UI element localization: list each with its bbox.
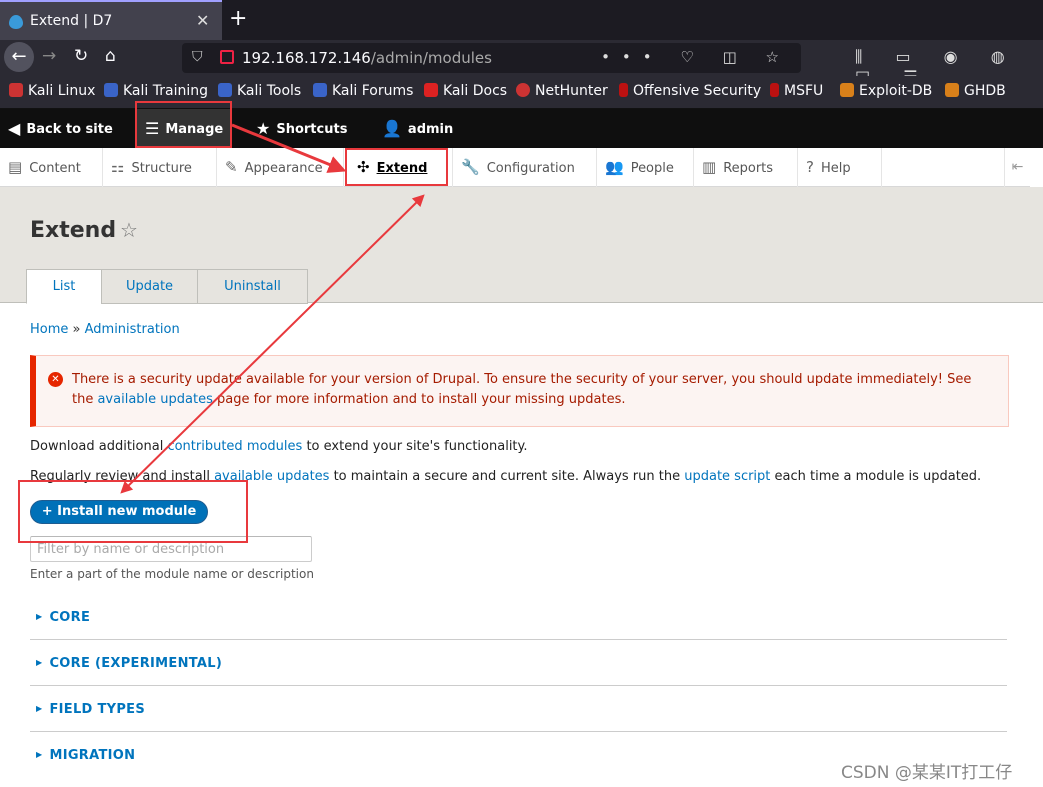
bookmark-msfu[interactable]: MSFU	[770, 83, 823, 99]
tab-list[interactable]: List	[26, 269, 102, 304]
error-icon: ✕	[48, 372, 63, 387]
breadcrumb-separator: »	[68, 322, 85, 337]
shield-icon[interactable]: ⛉	[192, 49, 203, 65]
url-action-icons[interactable]: ••• ♡ ◫ ☆	[601, 48, 791, 66]
error-text-tail: page for more information and to install…	[212, 392, 626, 407]
annotation-box-extend	[345, 148, 448, 186]
bookmark-offensive-security[interactable]: Offensive Security	[619, 83, 761, 99]
back-to-site-link[interactable]: ◀ Back to site	[8, 109, 113, 148]
shortcuts-toolbar-tab[interactable]: ★ Shortcuts	[256, 109, 347, 148]
paintbrush-icon: ✎	[225, 158, 238, 176]
forward-button[interactable]: →	[42, 46, 56, 66]
breadcrumb-administration[interactable]: Administration	[85, 322, 180, 337]
filter-description: Enter a part of the module name or descr…	[30, 567, 314, 581]
url-bar[interactable]: ⛉ 192.168.172.146/admin/modules ••• ♡ ◫ …	[182, 43, 801, 73]
module-group-field-types[interactable]: ▶ FIELD TYPES	[30, 686, 1007, 732]
annotation-box-install	[18, 480, 248, 543]
kali-icon	[104, 83, 118, 97]
csdn-watermark: CSDN @某某IT打工仔	[841, 763, 1013, 783]
document-icon: ▤	[8, 158, 23, 176]
tray-item-configuration[interactable]: 🔧 Configuration	[453, 148, 597, 187]
shortcut-star-icon[interactable]: ☆	[120, 218, 138, 242]
user-icon: 👤	[382, 119, 402, 138]
close-tab-icon[interactable]: ✕	[196, 11, 209, 30]
available-updates-link[interactable]: available updates	[97, 392, 212, 407]
tray-item-appearance[interactable]: ✎ Appearance	[217, 148, 344, 187]
reload-button[interactable]: ↻	[74, 46, 88, 66]
collapse-tray-icon[interactable]: ⇤	[1004, 148, 1030, 187]
tab-uninstall[interactable]: Uninstall	[197, 269, 308, 304]
bookmark-kali-tools[interactable]: Kali Tools	[218, 83, 301, 99]
offsec-icon	[619, 83, 628, 97]
kali-icon	[313, 83, 327, 97]
docs-icon	[424, 83, 438, 97]
bookmark-kali-docs[interactable]: Kali Docs	[424, 83, 507, 99]
browser-nav-bar: ← → ↻ ⌂ ⛉ 192.168.172.146/admin/modules …	[0, 40, 1043, 86]
user-toolbar-tab[interactable]: 👤 admin	[382, 109, 453, 148]
tab-update[interactable]: Update	[101, 269, 198, 304]
nethunter-icon	[516, 83, 530, 97]
page-title: Extend	[30, 218, 117, 243]
triangle-right-icon: ▶	[36, 750, 43, 759]
star-icon: ★	[256, 119, 271, 138]
back-button[interactable]: ←	[4, 42, 34, 72]
drupal-favicon-icon	[9, 15, 23, 29]
bookmark-kali-linux[interactable]: Kali Linux	[9, 83, 95, 99]
module-group-core-experimental[interactable]: ▶ CORE (EXPERIMENTAL)	[30, 640, 1007, 686]
sitemap-icon: ⚏	[111, 158, 125, 176]
security-error-message: ✕ There is a security update available f…	[30, 355, 1009, 427]
annotation-box-manage	[135, 101, 232, 148]
admin-menu-tray: ▤ Content ⚏ Structure ✎ Appearance ✣ Extend …	[0, 148, 1030, 187]
people-icon: 👥	[605, 158, 624, 176]
browser-tab[interactable]: Extend | D7 ✕	[0, 0, 222, 40]
contributed-modules-link[interactable]: contributed modules	[167, 439, 302, 454]
browser-tab-strip: Extend | D7 ✕ +	[0, 0, 1043, 40]
bookmark-nethunter[interactable]: NetHunter	[516, 83, 608, 99]
download-text: Download additional contributed modules …	[30, 439, 528, 454]
home-button[interactable]: ⌂	[105, 46, 116, 66]
exploit-db-icon	[840, 83, 854, 97]
triangle-right-icon: ▶	[36, 612, 43, 621]
insecure-lock-icon[interactable]	[220, 50, 234, 64]
help-icon: ?	[806, 158, 814, 176]
tray-item-structure[interactable]: ⚏ Structure	[103, 148, 217, 187]
bookmark-ghdb[interactable]: GHDB	[945, 83, 1006, 99]
ghdb-icon	[945, 83, 959, 97]
update-script-link[interactable]: update script	[684, 469, 770, 484]
back-arrow-icon: ◀	[8, 119, 21, 138]
url-text[interactable]: 192.168.172.146/admin/modules	[242, 49, 492, 67]
wrench-icon: 🔧	[461, 158, 480, 176]
page-header: Extend ☆ List Update Uninstall	[0, 187, 1043, 304]
bookmark-kali-training[interactable]: Kali Training	[104, 83, 208, 99]
tray-item-content[interactable]: ▤ Content	[0, 148, 103, 187]
bookmark-kali-forums[interactable]: Kali Forums	[313, 83, 413, 99]
bar-chart-icon: ▥	[702, 158, 717, 176]
kali-icon	[218, 83, 232, 97]
bookmark-exploit-db[interactable]: Exploit-DB	[840, 83, 932, 99]
triangle-right-icon: ▶	[36, 704, 43, 713]
offsec-icon	[770, 83, 779, 97]
breadcrumb-home[interactable]: Home	[30, 322, 68, 337]
tray-item-reports[interactable]: ▥ Reports	[694, 148, 798, 187]
triangle-right-icon: ▶	[36, 658, 43, 667]
tab-title: Extend | D7	[30, 13, 113, 29]
tray-item-help[interactable]: ? Help	[798, 148, 882, 187]
new-tab-button[interactable]: +	[229, 6, 247, 31]
tray-item-people[interactable]: 👥 People	[597, 148, 694, 187]
breadcrumb: Home » Administration	[30, 322, 180, 337]
tray-edge	[1030, 148, 1043, 187]
module-group-core[interactable]: ▶ CORE	[30, 594, 1007, 640]
kali-icon	[9, 83, 23, 97]
